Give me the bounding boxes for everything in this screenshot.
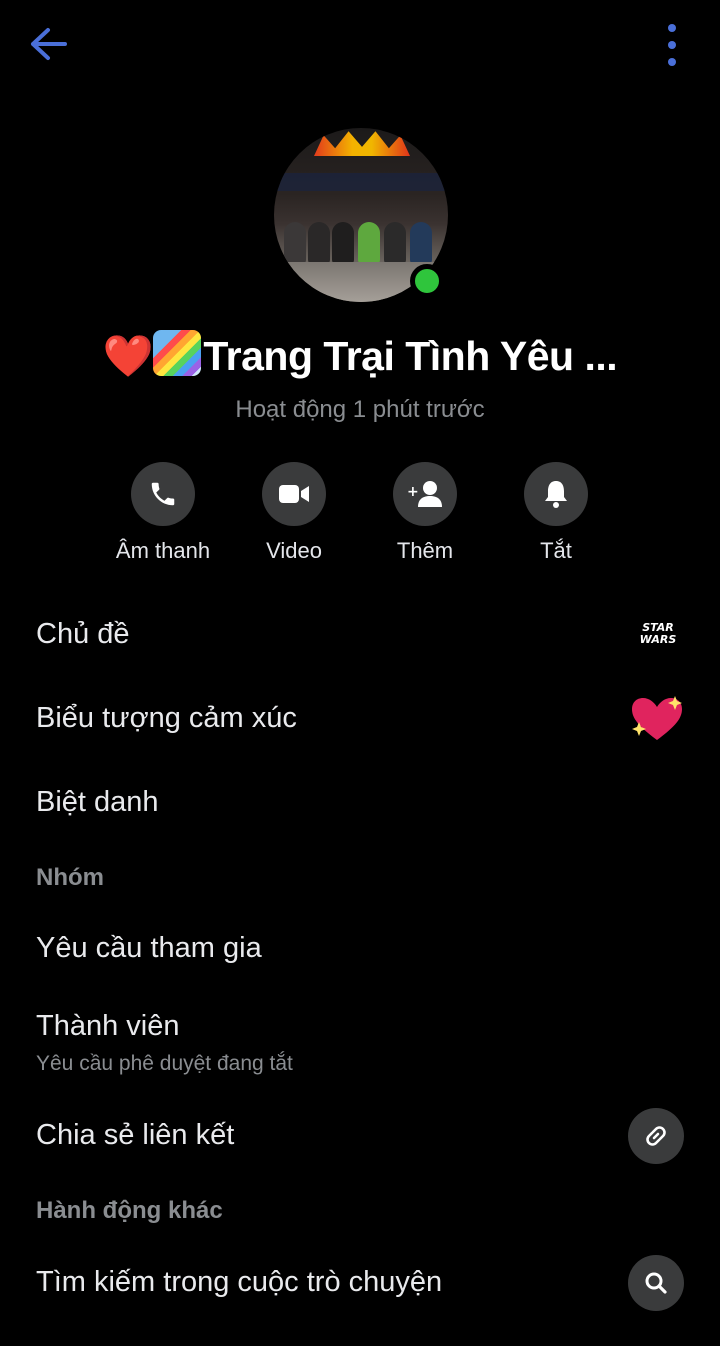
- sparkling-heart-icon: [632, 696, 682, 740]
- members-subtitle: Yêu cầu phê duyệt đang tắt: [36, 1052, 293, 1075]
- star-wars-theme-icon: STAR WARS: [639, 621, 677, 646]
- search-conversation-row[interactable]: Tìm kiếm trong cuộc trò chuyện: [36, 1266, 686, 1299]
- video-camera-icon: [279, 485, 309, 503]
- members-label: Thành viên: [36, 1010, 180, 1042]
- svg-text:+: +: [407, 484, 419, 500]
- emoji-label: Biểu tượng cảm xúc: [36, 702, 297, 734]
- video-call-button[interactable]: Video: [229, 462, 359, 564]
- join-requests-row[interactable]: Yêu cầu tham gia: [36, 932, 686, 965]
- action-label: Video: [266, 538, 322, 563]
- group-avatar[interactable]: [274, 128, 448, 302]
- online-status-indicator: [410, 264, 444, 298]
- bell-icon: [545, 481, 567, 508]
- action-label: Tắt: [540, 538, 572, 563]
- group-section-title: Nhóm: [36, 864, 104, 891]
- action-label: Âm thanh: [115, 538, 211, 563]
- more-vertical-icon: [668, 24, 676, 32]
- back-button[interactable]: [26, 24, 70, 64]
- emoji-row[interactable]: Biểu tượng cảm xúc: [36, 702, 686, 735]
- heart-emoji: ❤️: [102, 333, 154, 379]
- join-requests-label: Yêu cầu tham gia: [36, 932, 262, 964]
- activity-status: Hoạt động 1 phút trước: [235, 396, 485, 423]
- top-bar: [0, 0, 720, 90]
- add-person-icon: +: [407, 481, 442, 507]
- group-name: ❤️ Trang Trại Tình Yêu ...: [0, 330, 720, 381]
- nickname-label: Biệt danh: [36, 786, 159, 818]
- share-link-row[interactable]: Chia sẻ liên kết: [36, 1119, 686, 1152]
- nickname-row[interactable]: Biệt danh: [36, 786, 686, 819]
- link-icon: [646, 1126, 666, 1146]
- more-actions-section-title: Hành động khác: [36, 1197, 223, 1224]
- mute-button[interactable]: Tắt: [491, 462, 621, 564]
- theme-label: Chủ đề: [36, 618, 130, 650]
- search-icon: [645, 1272, 667, 1294]
- group-name-text: Trang Trại Tình Yêu ...: [203, 333, 618, 379]
- search-conversation-label: Tìm kiếm trong cuộc trò chuyện: [36, 1266, 443, 1298]
- phone-icon: [151, 482, 175, 506]
- theme-row[interactable]: Chủ đề: [36, 618, 686, 651]
- action-label: Thêm: [396, 538, 454, 563]
- members-row[interactable]: Thành viên: [36, 1010, 686, 1043]
- audio-call-button[interactable]: Âm thanh: [98, 462, 228, 564]
- arrow-left-icon: [31, 28, 67, 60]
- share-link-button[interactable]: [628, 1108, 684, 1164]
- add-member-button[interactable]: + Thêm: [360, 462, 490, 564]
- rainbow-emoji: [153, 330, 202, 376]
- search-conversation-button[interactable]: [628, 1255, 684, 1311]
- more-options-button[interactable]: [662, 24, 682, 66]
- quick-actions: Âm thanh Video + Thêm Tắt: [0, 462, 720, 572]
- share-link-label: Chia sẻ liên kết: [36, 1119, 235, 1151]
